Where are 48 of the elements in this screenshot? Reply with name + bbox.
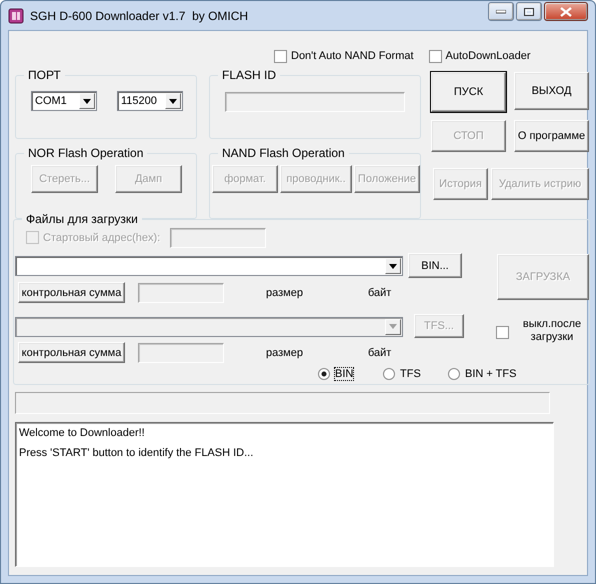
- checkbox[interactable]: [274, 50, 287, 62]
- radio-button[interactable]: [448, 368, 460, 380]
- dropdown-button[interactable]: [385, 258, 401, 274]
- radio-label: BIN: [335, 368, 354, 380]
- caret-icon: [389, 324, 397, 329]
- log-line: Welcome to Downloader!!: [19, 427, 146, 439]
- checkbox[interactable]: [428, 50, 442, 62]
- size-label: размер: [266, 286, 303, 298]
- checksum-button[interactable]: контрольная сумма: [18, 282, 125, 303]
- start-button[interactable]: ПУСК: [431, 72, 506, 112]
- caret-icon: [169, 98, 177, 104]
- radio-button[interactable]: [318, 368, 330, 380]
- group-title: Файлы для загрузки: [22, 212, 142, 226]
- dropdown-button[interactable]: [165, 93, 181, 109]
- window-title: SGH D-600 Downloader v1.7 by OMICH: [30, 8, 248, 22]
- caret-icon: [83, 98, 91, 104]
- exit-button[interactable]: ВЫХОД: [514, 72, 589, 110]
- baud-dropdown[interactable]: 115200: [117, 91, 183, 111]
- size-label: размер: [266, 346, 303, 358]
- minimize-button[interactable]: [488, 2, 514, 21]
- radio-button[interactable]: [383, 368, 395, 380]
- group-title: FLASH ID: [218, 68, 280, 82]
- group-title: ПОРТ: [24, 68, 65, 82]
- checkbox-label: выкл.после загрузки: [522, 318, 582, 344]
- checkbox-label: Don't Auto NAND Format: [291, 50, 414, 62]
- radio-dot-icon: [321, 371, 327, 377]
- about-button[interactable]: О программе: [514, 120, 589, 152]
- bin-browse-button[interactable]: BIN...: [408, 253, 462, 278]
- maximize-button[interactable]: [516, 2, 542, 21]
- group-title: NAND Flash Operation: [218, 146, 349, 160]
- close-button[interactable]: [544, 2, 588, 21]
- radio-label: TFS: [400, 368, 421, 380]
- checkbox-label: AutoDownLoader: [446, 50, 531, 62]
- port-dropdown[interactable]: COM1: [31, 91, 97, 111]
- minimize-icon: [496, 10, 506, 14]
- log-line: Press 'START' button to identify the FLASH ID...: [19, 447, 254, 459]
- maximize-icon: [524, 8, 534, 16]
- file-dropdown[interactable]: [15, 256, 403, 276]
- close-icon: [560, 6, 572, 16]
- group-title: NOR Flash Operation: [24, 146, 148, 160]
- app-icon: [8, 8, 24, 24]
- dropdown-button[interactable]: [79, 93, 95, 109]
- checkbox-label: Стартовый адрес(hex):: [43, 232, 160, 244]
- radio-label: BIN + TFS: [465, 368, 516, 380]
- unit-label: байт: [368, 286, 392, 298]
- caret-icon: [389, 264, 397, 268]
- checkbox[interactable]: [496, 326, 509, 339]
- unit-label: байт: [368, 346, 392, 358]
